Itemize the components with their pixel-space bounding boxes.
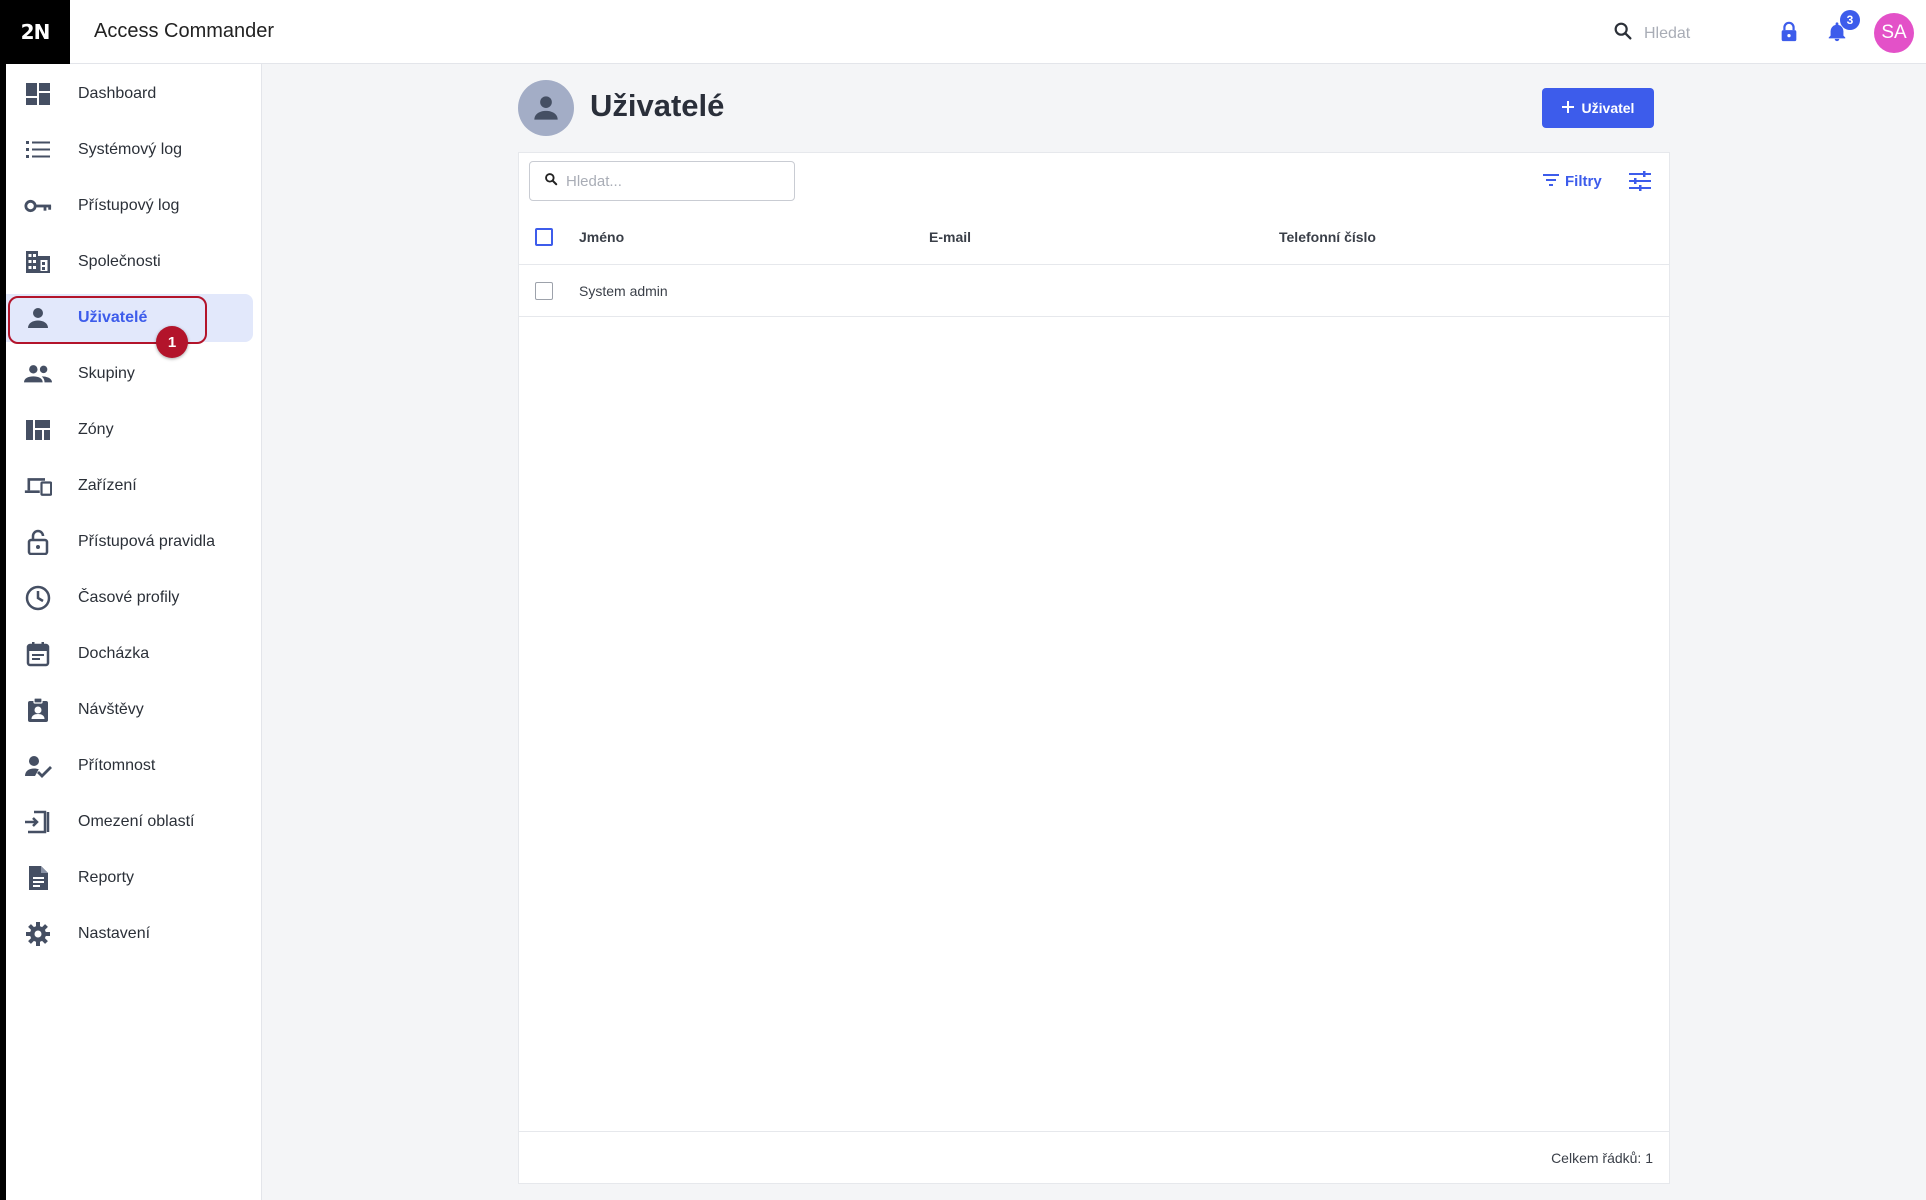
sidebar-item-label: Zařízení [78, 477, 137, 494]
column-header-phone[interactable]: Telefonní číslo [1279, 229, 1376, 245]
key-icon [24, 194, 52, 218]
sidebar-item-presence[interactable]: Přítomnost [6, 742, 253, 790]
lock-open-icon [24, 529, 52, 555]
global-search-input[interactable]: Hledat [1644, 25, 1764, 43]
sidebar-item-companies[interactable]: Společnosti [6, 238, 253, 286]
calendar-icon [24, 642, 52, 667]
plus-icon [1561, 100, 1574, 116]
table-search-field[interactable] [529, 161, 795, 201]
users-table-panel: Filtry Jméno E-mail Telefonní číslo Syst… [518, 152, 1670, 1184]
sidebar-item-label: Docházka [78, 645, 150, 662]
sidebar-item-label: Přístupový log [78, 197, 180, 214]
sidebar-item-label: Systémový log [78, 141, 183, 158]
column-header-name[interactable]: Jméno [579, 229, 624, 245]
sidebar-item-label: Omezení oblastí [78, 813, 195, 830]
sidebar-item-label: Přítomnost [78, 757, 156, 774]
sidebar-item-dashboard[interactable]: Dashboard [6, 70, 253, 118]
sidebar-item-zones[interactable]: Zóny [6, 406, 253, 454]
user-avatar[interactable]: SA [1874, 13, 1914, 53]
sidebar-item-system-log[interactable]: Systémový log [6, 126, 253, 174]
top-bar: 2N Access Commander Hledat 3 SA [0, 0, 1926, 64]
devices-icon [24, 474, 52, 498]
sidebar-item-label: Skupiny [78, 365, 135, 382]
user-check-icon [24, 754, 52, 778]
brand-logo[interactable]: 2N [0, 0, 70, 64]
tutorial-step-badge: 1 [156, 326, 188, 358]
dashboard-icon [24, 82, 52, 106]
add-user-button[interactable]: Uživatel [1542, 88, 1654, 128]
add-user-button-label: Uživatel [1581, 100, 1635, 116]
table-row[interactable]: System admin [519, 265, 1669, 317]
report-icon [24, 866, 52, 890]
total-rows-label: Celkem řádků: 1 [1551, 1150, 1653, 1166]
column-header-email[interactable]: E-mail [929, 229, 971, 245]
sidebar-item-access-log[interactable]: Přístupový log [6, 182, 253, 230]
sidebar-item-devices[interactable]: Zařízení [6, 462, 253, 510]
filters-label: Filtry [1565, 173, 1602, 190]
filter-icon [1543, 173, 1559, 190]
sidebar-item-label: Dashboard [78, 85, 157, 102]
global-search[interactable]: Hledat [1612, 20, 1764, 47]
sidebar-item-settings[interactable]: Nastavení [6, 910, 253, 958]
column-settings-icon[interactable] [1629, 171, 1651, 196]
app-title: Access Commander [94, 20, 275, 42]
search-icon [1612, 20, 1634, 47]
table-header-row: Jméno E-mail Telefonní číslo [519, 209, 1669, 265]
sidebar-item-access-rules[interactable]: Přístupová pravidla [6, 518, 253, 566]
sidebar-item-reports[interactable]: Reporty [6, 854, 253, 902]
building-icon [24, 250, 52, 274]
sidebar-item-area-limits[interactable]: Omezení oblastí [6, 798, 253, 846]
filters-button[interactable]: Filtry [1543, 173, 1602, 190]
sidebar-item-attendance[interactable]: Docházka [6, 630, 253, 678]
visitor-badge-icon [24, 697, 52, 722]
sidebar: Dashboard Systémový log Přístupový log S… [6, 64, 262, 1200]
select-all-checkbox[interactable] [535, 228, 553, 246]
notification-count-badge: 3 [1840, 10, 1860, 30]
zones-icon [24, 418, 52, 442]
sidebar-item-label: Přístupová pravidla [78, 533, 215, 550]
sidebar-item-label: Reporty [78, 869, 135, 886]
row-checkbox[interactable] [535, 282, 553, 300]
sidebar-item-label: Společnosti [78, 253, 161, 270]
group-icon [24, 362, 52, 386]
gear-icon [24, 922, 52, 946]
page-title: Uživatelé [590, 88, 725, 123]
search-icon [544, 172, 558, 191]
sidebar-item-label: Časové profily [78, 589, 180, 606]
sidebar-item-label: Zóny [78, 421, 114, 438]
table-footer: Celkem řádků: 1 [519, 1131, 1669, 1183]
sidebar-item-visits[interactable]: Návštěvy [6, 686, 253, 734]
table-search-input[interactable] [566, 172, 776, 190]
cell-name: System admin [579, 283, 668, 299]
sidebar-item-label: Návštěvy [78, 701, 144, 718]
lock-icon[interactable] [1778, 20, 1800, 49]
sidebar-item-time-profiles[interactable]: Časové profily [6, 574, 253, 622]
list-icon [24, 138, 52, 162]
area-limit-icon [24, 810, 52, 834]
clock-icon [24, 585, 52, 611]
page-user-icon [518, 80, 574, 136]
sidebar-item-label: Nastavení [78, 925, 151, 942]
sidebar-item-groups[interactable]: Skupiny [6, 350, 253, 398]
